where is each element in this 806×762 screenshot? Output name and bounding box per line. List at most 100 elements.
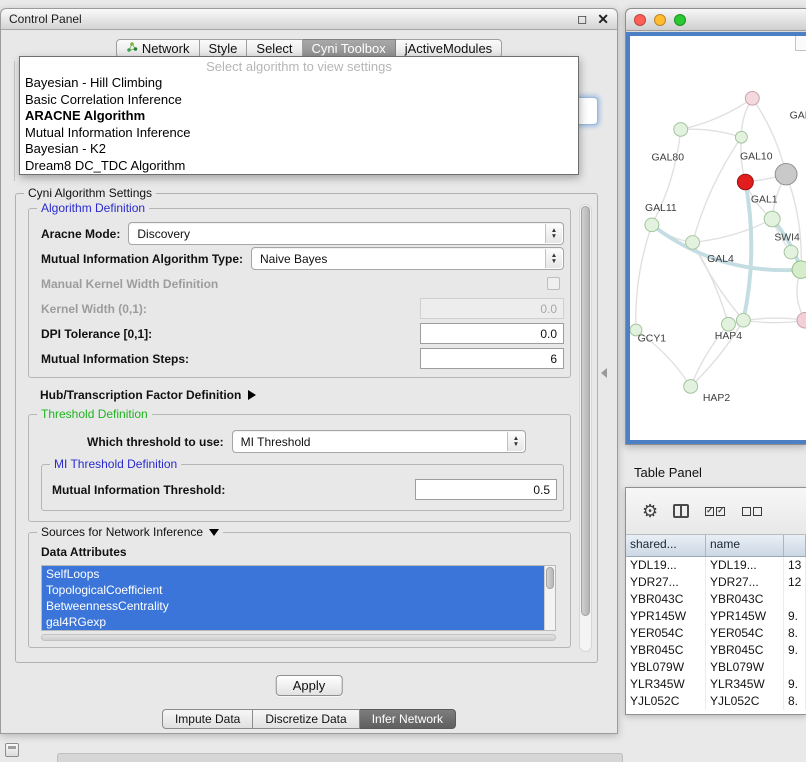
- table-cell[interactable]: 9.: [784, 642, 806, 659]
- mi-threshold-input[interactable]: [415, 479, 557, 500]
- table-row[interactable]: YBR045CYBR045C9.: [626, 642, 806, 659]
- table-cell[interactable]: YBR045C: [626, 642, 706, 659]
- network-node-swi4[interactable]: [784, 245, 798, 259]
- network-edge[interactable]: [752, 98, 786, 174]
- scrollbar-thumb[interactable]: [581, 206, 590, 616]
- table-cell[interactable]: YBR043C: [706, 591, 784, 608]
- table-cell[interactable]: YBL079W: [706, 659, 784, 676]
- algorithm-option[interactable]: Basic Correlation Inference: [20, 92, 578, 109]
- table-cell[interactable]: YBR043C: [626, 591, 706, 608]
- control-panel-titlebar[interactable]: Control Panel ◻ ✕: [1, 9, 617, 30]
- table-cell[interactable]: 8.: [784, 625, 806, 642]
- gear-icon[interactable]: ⚙: [642, 502, 658, 520]
- attribute-list-hscrollbar[interactable]: [41, 634, 556, 641]
- zoom-traffic-light-icon[interactable]: [674, 14, 686, 26]
- algorithm-option[interactable]: Dream8 DC_TDC Algorithm: [20, 158, 578, 175]
- close-window-icon[interactable]: ✕: [597, 12, 609, 26]
- table-cell[interactable]: 9.: [784, 676, 806, 693]
- panel-collapse-arrow-icon[interactable]: [601, 368, 607, 378]
- table-cell[interactable]: YLR345W: [626, 676, 706, 693]
- table-row[interactable]: YER054CYER054C8.: [626, 625, 806, 642]
- attribute-list-scrollbar[interactable]: [544, 566, 555, 630]
- network-node[interactable]: [797, 312, 806, 328]
- network-edge[interactable]: [743, 320, 805, 322]
- network-edge[interactable]: [693, 137, 742, 242]
- network-node[interactable]: [775, 164, 797, 185]
- attribute-list-item[interactable]: BetweennessCentrality: [42, 598, 544, 614]
- table-cell[interactable]: YDL19...: [626, 557, 706, 574]
- table-cell[interactable]: YDR27...: [626, 574, 706, 591]
- table-row[interactable]: YJL052CYJL052C8.: [626, 693, 806, 710]
- table-row[interactable]: YDL19...YDL19...13: [626, 557, 806, 574]
- manual-kernel-checkbox[interactable]: [547, 277, 560, 290]
- network-edge[interactable]: [681, 129, 742, 137]
- network-node[interactable]: [792, 261, 806, 279]
- minimize-traffic-light-icon[interactable]: [654, 14, 666, 26]
- network-edge[interactable]: [636, 225, 652, 330]
- network-node-gal80[interactable]: [674, 123, 688, 137]
- attribute-list-item[interactable]: TopologicalCoefficient: [42, 582, 544, 598]
- network-node-gal11[interactable]: [645, 218, 659, 232]
- table-cell[interactable]: YDL19...: [706, 557, 784, 574]
- network-node-gal4[interactable]: [686, 236, 700, 250]
- aracne-mode-select[interactable]: Discovery ▲▼: [128, 222, 564, 245]
- data-attributes-list[interactable]: SelfLoopsTopologicalCoefficientBetweenne…: [41, 565, 556, 631]
- column-header-name[interactable]: name: [706, 535, 784, 556]
- table-row[interactable]: YPR145WYPR145W9.: [626, 608, 806, 625]
- column-header-partial[interactable]: [784, 535, 806, 556]
- table-cell[interactable]: YPR145W: [706, 608, 784, 625]
- table-cell[interactable]: YJL052C: [626, 693, 706, 710]
- minimized-panel-icon[interactable]: [5, 743, 19, 757]
- table-row[interactable]: YDR27...YDR27...12: [626, 574, 806, 591]
- close-traffic-light-icon[interactable]: [634, 14, 646, 26]
- tab-impute-data[interactable]: Impute Data: [162, 709, 253, 729]
- table-cell[interactable]: 13: [784, 557, 806, 574]
- dpi-tolerance-input[interactable]: [420, 323, 564, 344]
- hub-definition-toggle[interactable]: Hub/Transcription Factor Definition: [40, 388, 571, 402]
- mi-steps-input[interactable]: [420, 348, 564, 369]
- algorithm-option[interactable]: Mutual Information Inference: [20, 125, 578, 142]
- table-row[interactable]: YBL079WYBL079W: [626, 659, 806, 676]
- network-node[interactable]: [745, 91, 759, 105]
- table-cell[interactable]: 8.: [784, 693, 806, 710]
- network-edge[interactable]: [693, 219, 773, 242]
- table-row[interactable]: YLR345WYLR345W9.: [626, 676, 806, 693]
- mi-type-select[interactable]: Naive Bayes ▲▼: [251, 247, 564, 270]
- attribute-list-item[interactable]: SelfLoops: [42, 566, 544, 582]
- scrollbar-thumb[interactable]: [546, 567, 554, 589]
- table-cell[interactable]: YLR345W: [706, 676, 784, 693]
- float-window-icon[interactable]: ◻: [577, 13, 587, 25]
- table-row[interactable]: YBR043CYBR043C: [626, 591, 806, 608]
- network-node-hap2[interactable]: [684, 380, 698, 394]
- algorithm-option[interactable]: Bayesian - Hill Climbing: [20, 75, 578, 92]
- columns-icon[interactable]: [673, 504, 689, 518]
- table-cell[interactable]: 12: [784, 574, 806, 591]
- column-header-shared-name[interactable]: shared...: [626, 535, 706, 556]
- table-cell[interactable]: 9.: [784, 608, 806, 625]
- network-canvas[interactable]: GAL80GAL10GAL11GAL1SWI4GAL4HAP4GCY1HAP2G…: [630, 36, 806, 440]
- collapse-arrow-icon[interactable]: [209, 529, 219, 536]
- network-node-gal10[interactable]: [735, 131, 747, 143]
- table-cell[interactable]: YER054C: [706, 625, 784, 642]
- apply-button[interactable]: Apply: [276, 675, 343, 696]
- table-cell[interactable]: YER054C: [626, 625, 706, 642]
- table-cell[interactable]: YPR145W: [626, 608, 706, 625]
- attribute-list-item[interactable]: gal4RGexp: [42, 614, 544, 630]
- which-threshold-select[interactable]: MI Threshold ▲▼: [232, 430, 526, 453]
- table-cell[interactable]: YBR045C: [706, 642, 784, 659]
- network-node[interactable]: [736, 313, 750, 327]
- network-node[interactable]: [737, 174, 753, 190]
- algorithm-option[interactable]: ARACNE Algorithm: [20, 108, 578, 125]
- network-node-gal1[interactable]: [764, 211, 780, 227]
- table-cell[interactable]: [784, 659, 806, 676]
- select-all-icon[interactable]: ✓✓: [704, 507, 726, 516]
- table-cell[interactable]: YJL052C: [706, 693, 784, 710]
- deselect-all-icon[interactable]: [741, 507, 763, 516]
- settings-scrollbar[interactable]: [579, 204, 592, 652]
- tab-infer-network[interactable]: Infer Network: [360, 709, 456, 729]
- table-cell[interactable]: [784, 591, 806, 608]
- table-cell[interactable]: YBL079W: [626, 659, 706, 676]
- algorithm-option[interactable]: Bayesian - K2: [20, 141, 578, 158]
- kernel-width-input[interactable]: [420, 298, 564, 319]
- table-cell[interactable]: YDR27...: [706, 574, 784, 591]
